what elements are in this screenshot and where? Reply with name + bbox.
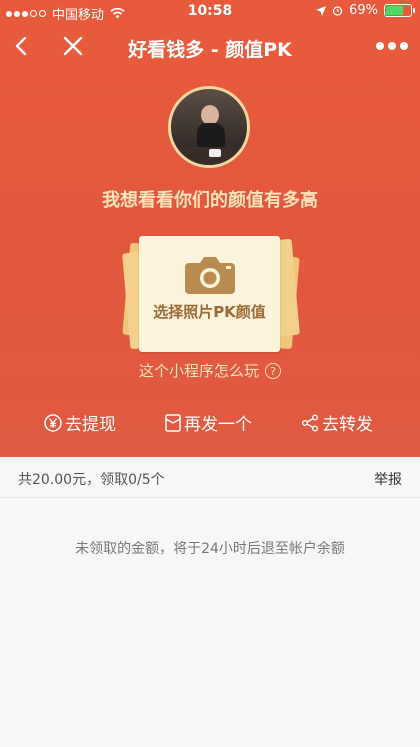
how-to-play-link[interactable]: 这个小程序怎么玩 ?	[0, 360, 420, 381]
page-title: 好看钱多 - 颜值PK	[128, 39, 292, 61]
yen-icon	[44, 413, 62, 432]
withdraw-button[interactable]: 去提现	[44, 410, 116, 435]
redpacket-icon	[165, 413, 181, 432]
summary-bar: 共20.00元，领取0/5个 举报	[0, 457, 420, 497]
choose-photo-card[interactable]: 选择照片PK颜值	[139, 236, 280, 352]
how-to-play-label: 这个小程序怎么玩	[138, 362, 259, 380]
divider	[0, 497, 420, 498]
refund-note: 未领取的金额，将于24小时后退至帐户余额	[75, 541, 345, 557]
share-label: 去转发	[322, 415, 373, 435]
navigation-bar: 好看钱多 - 颜值PK	[0, 24, 420, 70]
share-button[interactable]: 去转发	[301, 410, 373, 435]
send-another-button[interactable]: 再发一个	[165, 410, 252, 435]
share-icon	[302, 414, 318, 431]
status-right: 69%	[316, 3, 415, 18]
action-bar: 去提现 再发一个 去转发	[0, 410, 420, 438]
send-another-label: 再发一个	[184, 415, 252, 435]
camera-icon	[185, 257, 235, 294]
battery-percent: 69%	[349, 3, 378, 18]
headline-text: 我想看看你们的颜值有多高	[102, 190, 318, 211]
amount-summary: 共20.00元，领取0/5个	[18, 472, 165, 488]
more-menu-icon[interactable]	[376, 42, 408, 50]
alarm-icon	[332, 6, 343, 16]
withdraw-label: 去提现	[65, 415, 116, 435]
report-link[interactable]: 举报	[374, 469, 402, 489]
location-icon	[316, 5, 327, 16]
choose-photo-label: 选择照片PK颜值	[153, 303, 266, 321]
avatar	[168, 86, 250, 168]
question-icon: ?	[265, 362, 281, 379]
battery-icon	[384, 4, 415, 17]
status-bar: 中国移动 10:58 69%	[0, 0, 420, 24]
